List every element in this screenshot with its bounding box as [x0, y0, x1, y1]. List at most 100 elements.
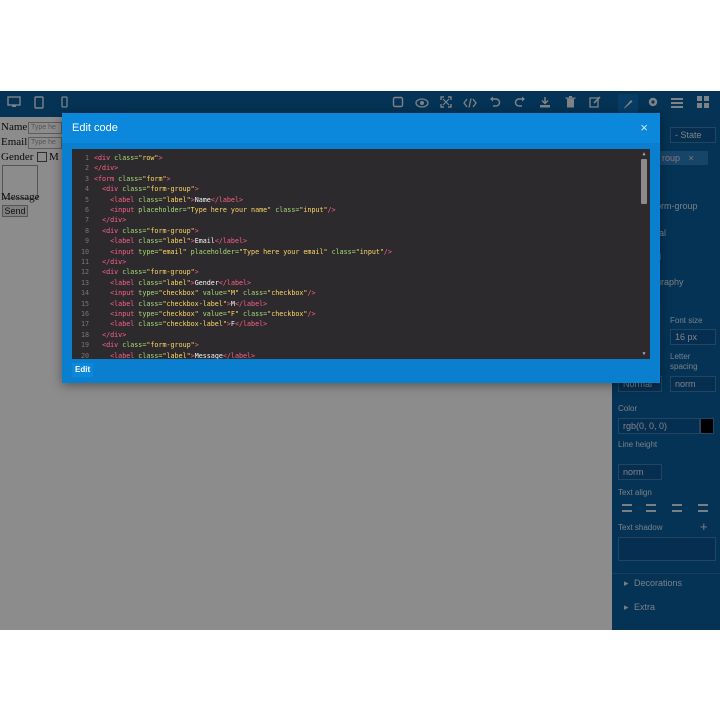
code-text: <input type="checkbox" value="M" class="… [94, 289, 315, 298]
code-token: class= [138, 237, 163, 246]
code-token: <div [94, 154, 115, 162]
code-token: Message [194, 351, 223, 359]
line-number: 13 [80, 278, 89, 287]
code-editor[interactable]: 1 <div class="row"> 2 </div> 3 <form class="f… [72, 149, 650, 359]
code-token: type= [138, 247, 159, 256]
line-number: 12 [80, 268, 89, 277]
code-token: > [194, 341, 199, 350]
editor-app: Name Type he Email Type he Gender M Mess… [0, 91, 720, 630]
code-token: class= [122, 226, 147, 235]
code-token: <div [102, 226, 123, 235]
code-token: /> [327, 206, 336, 214]
line-number: 17 [80, 320, 89, 329]
code-token: class= [138, 299, 163, 308]
code-token: </label> [214, 237, 248, 246]
close-icon[interactable]: × [640, 120, 648, 135]
code-token: "input" [299, 206, 328, 214]
code-text: <form class="form"> [94, 175, 171, 183]
code-token: <input [110, 310, 139, 318]
code-token: </div> [94, 164, 119, 173]
code-token: "email" [158, 247, 187, 256]
code-token: <label [110, 195, 139, 204]
code-token: </div> [102, 258, 127, 266]
code-text: <div class="row"> [94, 154, 162, 162]
code-token: Gender [194, 278, 219, 287]
code-token: Email [194, 237, 215, 246]
code-text: <label class="label">Name</label> [94, 196, 243, 204]
edit-code-modal: Edit code × 1 <div class="row"> 2 </div> 3 <f… [62, 113, 660, 383]
edit-button[interactable]: Edit [72, 363, 94, 377]
code-token: /> [307, 310, 316, 318]
line-number: 4 [84, 185, 89, 194]
code-token: class= [327, 247, 356, 256]
code-token: class= [238, 289, 268, 298]
code-token: "Type here your email" [238, 247, 328, 256]
code-token: value= [198, 289, 227, 298]
code-text: <div class="form-group"> [94, 341, 199, 349]
code-token: <label [110, 278, 139, 287]
code-token: </label> [234, 320, 268, 329]
code-text: <label class="checkbox-label">F</label> [94, 320, 267, 328]
code-token: > [158, 154, 163, 162]
line-number: 15 [80, 299, 89, 308]
line-number: 3 [84, 174, 89, 183]
code-token: value= [198, 310, 227, 318]
code-text: </div> [94, 258, 126, 266]
code-token: "checkbox" [267, 289, 308, 298]
code-token: "checkbox" [267, 310, 308, 318]
code-text: <input placeholder="Type here your name"… [94, 206, 336, 214]
code-text: </div> [94, 331, 126, 339]
code-token: Name [194, 195, 211, 204]
code-token: "label" [162, 237, 191, 246]
code-token: <form [94, 174, 119, 183]
code-token: class= [138, 278, 163, 287]
code-token: </div> [102, 330, 127, 339]
code-token: placeholder= [186, 247, 239, 256]
code-token: </label> [234, 299, 268, 308]
modal-header: Edit code × [62, 113, 660, 143]
scroll-down-icon[interactable]: ▼ [640, 351, 648, 357]
code-token: "form-group" [146, 268, 195, 277]
code-token: </label> [222, 351, 256, 359]
code-token: "M" [226, 289, 239, 298]
code-token: </label> [210, 195, 244, 204]
code-token: > [194, 226, 199, 235]
code-token: <label [110, 351, 139, 359]
line-number: 8 [84, 226, 89, 235]
scroll-up-icon[interactable]: ▲ [640, 151, 648, 157]
code-token: "row" [138, 154, 159, 162]
code-token: class= [138, 351, 163, 359]
code-token: "label" [162, 195, 191, 204]
code-token: class= [118, 174, 143, 183]
code-token: <div [102, 268, 123, 277]
code-text: <input type="email" placeholder="Type he… [94, 248, 392, 256]
code-token: "checkbox-label" [162, 320, 227, 329]
scroll-thumb[interactable] [641, 159, 647, 204]
code-text: </div> [94, 164, 118, 172]
code-token: "form-group" [146, 226, 195, 235]
code-token: class= [138, 320, 163, 329]
code-token: > [194, 268, 199, 277]
code-token: </div> [102, 216, 127, 225]
code-token: "form" [142, 174, 167, 183]
code-token: <input [110, 289, 139, 298]
modal-title: Edit code [72, 122, 118, 134]
code-token: "label" [162, 278, 191, 287]
code-text: <input type="checkbox" value="F" class="… [94, 310, 316, 318]
code-token: <input [110, 206, 139, 214]
scrollbar[interactable]: ▲ ▼ [640, 151, 648, 357]
code-text: <label class="checkbox-label">M</label> [94, 300, 267, 308]
code-token: <label [110, 237, 139, 246]
line-number: 20 [80, 351, 89, 359]
code-token: <input [110, 247, 139, 256]
code-token: class= [122, 268, 147, 277]
